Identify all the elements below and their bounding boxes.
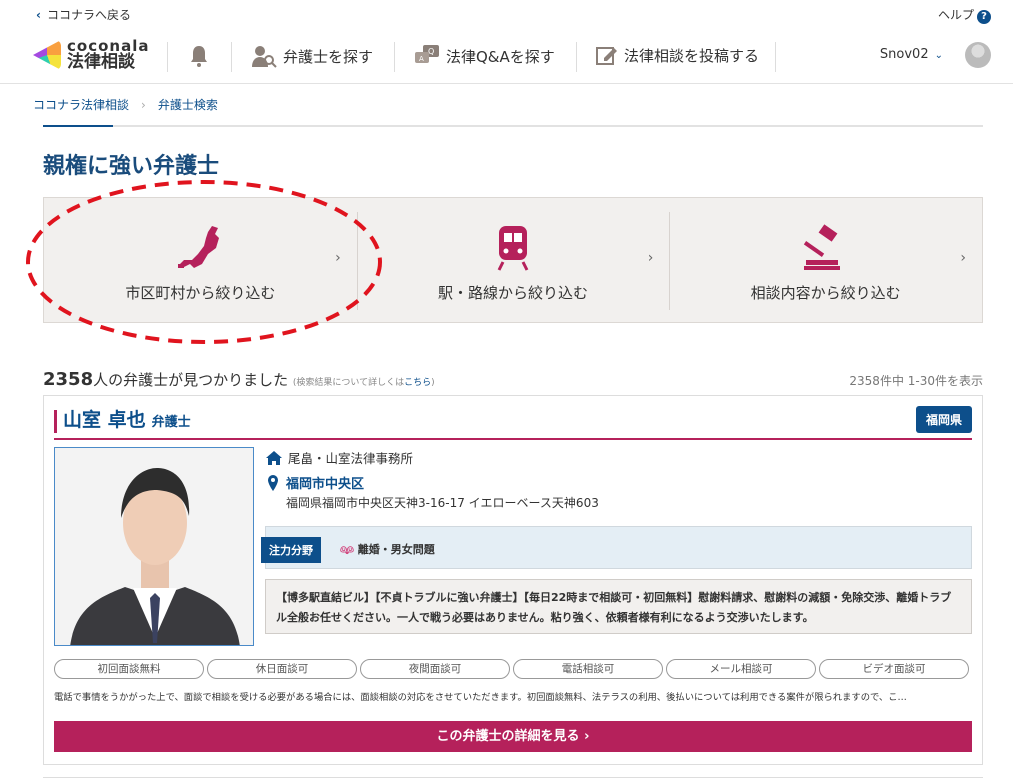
logo-jp: 法律相談 [67,52,135,72]
breadcrumb: ココナラ法律相談 › 弁護士検索 [33,96,218,113]
qa-bubbles-icon: QA [415,45,439,63]
filter-panel: 市区町村から絞り込む › 駅・路線から絞り込む › 相談内容から絞り込む › [43,197,983,323]
back-to-coconala-link[interactable]: ‹ ココナラへ戻る [36,6,131,23]
count-text: 人の弁護士が見つかりました [93,371,289,389]
couple-icon: 👫︎ [340,543,358,556]
user-menu[interactable]: Snov02 ⌄ [880,47,943,62]
gavel-icon [803,224,840,270]
divider [54,438,972,440]
result-count: 2358人の弁護士が見つかりました (検索結果について詳しくはこちら) [43,369,435,390]
location-pin-icon [268,474,278,491]
nav-find-qa[interactable]: Q A 法律Q&Aを探す [414,44,555,68]
filter-label: 相談内容から絞り込む [750,284,901,302]
feature-tag: 夜間面談可 [360,659,510,679]
details-link[interactable]: こちら [404,378,431,388]
filter-label: 駅・路線から絞り込む [438,284,589,302]
chevron-down-icon: ⌄ [934,50,943,61]
back-label: ココナラへ戻る [46,8,131,22]
divider [576,42,577,72]
feature-tag: メール相談可 [666,659,816,679]
edit-icon [596,47,617,65]
feature-tag: 初回面談無料 [54,659,204,679]
feature-tag: 休日面談可 [207,659,357,679]
chevron-right-icon: › [335,250,341,266]
divider [231,42,232,72]
tab-underline [43,125,983,127]
chevron-right-icon: › [647,250,654,266]
address: 福岡県福岡市中央区天神3-16-17 イエローベース天神603 [286,496,599,510]
divider [394,42,395,72]
bell-icon [191,46,207,67]
nav-label: 法律相談を投稿する [624,46,760,65]
lawyer-info: 尾畠・山室法律事務所 福岡市中央区 福岡県福岡市中央区天神3-16-17 イエロ… [266,448,599,511]
nav-find-lawyer[interactable]: 弁護士を探す [251,44,373,68]
area-link[interactable]: 福岡市中央区 [286,473,364,492]
avatar[interactable] [965,42,991,68]
breadcrumb-search[interactable]: 弁護士検索 [158,98,218,112]
notification-button[interactable] [189,44,209,68]
note-text: ) [431,378,435,388]
header: coconala 法律相談 弁護士を探す Q A 法律Q&Aを探す 法律相談を投稿する… [0,30,1013,84]
lawyer-card: 山室 卓也 弁護士 福岡県 尾畠・山室法律事務所 福岡市中央区 福岡県福岡市中央区… [43,395,983,765]
name-text: 山室 卓也 [63,409,146,431]
feature-tag: ビデオ面談可 [819,659,969,679]
help-link[interactable]: ヘルプ? [938,6,991,24]
lawyer-name[interactable]: 山室 卓也 弁護士 [54,410,191,433]
divider [775,42,776,72]
nav-label: 法律Q&Aを探す [446,47,555,66]
filter-by-city[interactable]: 市区町村から絞り込む › [44,198,357,322]
lawyer-description: 電話で事情をうかがった上で、面談で相談を受ける必要がある場合には、面談相談の対応… [54,692,907,703]
train-icon [497,226,529,271]
lawyer-title: 弁護士 [151,415,191,430]
lawyer-search-icon [252,46,277,68]
focus-label: 注力分野 [261,537,321,563]
help-label: ヘルプ [937,8,974,22]
note-text: (検索結果について詳しくは [292,378,405,388]
chevron-right-icon: › [141,98,146,112]
filter-by-station[interactable]: 駅・路線から絞り込む › [356,198,670,322]
feature-tag: 電話相談可 [513,659,663,679]
office-name: 尾畠・山室法律事務所 [288,451,414,466]
result-range: 2358件中 1-30件を表示 [849,374,983,388]
svg-text:Q: Q [428,47,434,56]
svg-text:A: A [419,55,424,63]
nav-post-consultation[interactable]: 法律相談を投稿する [596,44,759,66]
focus-value: 👫︎ 離婚・男女問題 [340,541,435,557]
page-title: 親権に強い弁護士 [43,154,220,179]
lawyer-photo[interactable] [54,447,254,646]
chevron-right-icon: › [960,250,967,266]
home-icon [266,450,282,465]
divider [167,42,168,72]
logo-mark-icon [33,40,61,70]
breadcrumb-home[interactable]: ココナラ法律相談 [33,98,129,112]
filter-label: 市区町村から絞り込む [125,284,276,302]
view-details-button[interactable]: この弁護士の詳細を見る › [54,721,972,752]
portrait-image [70,468,240,645]
nav-label: 弁護士を探す [283,47,374,66]
feature-tags: 初回面談無料 休日面談可 夜間面談可 電話相談可 メール相談可 ビデオ面談可 [54,659,969,679]
logo[interactable]: coconala 法律相談 [33,39,149,71]
help-icon: ? [977,10,991,24]
chevron-left-icon: ‹ [36,8,41,22]
focus-area: 注力分野 👫︎ 離婚・男女問題 [261,526,972,569]
pr-text: 【博多駅直結ビル】【不貞トラブルに強い弁護士】【毎日22時まで相談可・初回無料】… [265,579,972,634]
divider [43,777,983,778]
count-number: 2358 [43,369,94,390]
japan-map-icon [178,226,220,268]
filter-by-consultation[interactable]: 相談内容から絞り込む › [669,198,982,322]
prefecture-badge: 福岡県 [915,406,972,433]
username: Snov02 [879,47,929,62]
focus-text: 離婚・男女問題 [357,543,435,556]
